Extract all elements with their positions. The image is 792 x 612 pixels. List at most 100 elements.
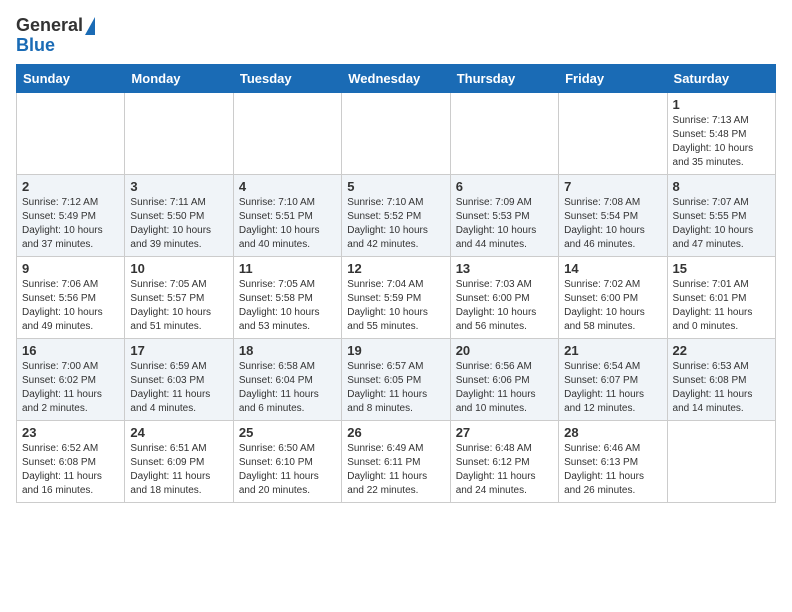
day-info: Sunrise: 7:10 AM Sunset: 5:51 PM Dayligh… [239,196,336,252]
day-number: 14 [564,261,661,276]
calendar-col-header: Wednesday [342,64,450,92]
calendar-day-cell: 12 Sunrise: 7:04 AM Sunset: 5:59 PM Dayli… [342,256,450,338]
day-info: Sunrise: 7:09 AM Sunset: 5:53 PM Dayligh… [456,196,553,252]
day-number: 13 [456,261,553,276]
day-info: Sunrise: 6:53 AM Sunset: 6:08 PM Dayligh… [673,360,770,416]
calendar-day-cell: 25 Sunrise: 6:50 AM Sunset: 6:10 PM Dayli… [233,420,341,502]
day-info: Sunrise: 6:50 AM Sunset: 6:10 PM Dayligh… [239,442,336,498]
calendar-day-cell: 6 Sunrise: 7:09 AM Sunset: 5:53 PM Daylig… [450,174,558,256]
calendar-day-cell: 18 Sunrise: 6:58 AM Sunset: 6:04 PM Dayli… [233,338,341,420]
logo-triangle-icon [85,17,95,35]
calendar-day-cell: 26 Sunrise: 6:49 AM Sunset: 6:11 PM Dayli… [342,420,450,502]
day-number: 9 [22,261,119,276]
calendar-day-cell: 17 Sunrise: 6:59 AM Sunset: 6:03 PM Dayli… [125,338,233,420]
day-info: Sunrise: 6:49 AM Sunset: 6:11 PM Dayligh… [347,442,444,498]
calendar-header-row: SundayMondayTuesdayWednesdayThursdayFrid… [17,64,776,92]
calendar-day-cell: 4 Sunrise: 7:10 AM Sunset: 5:51 PM Daylig… [233,174,341,256]
day-info: Sunrise: 6:51 AM Sunset: 6:09 PM Dayligh… [130,442,227,498]
day-number: 17 [130,343,227,358]
day-info: Sunrise: 6:56 AM Sunset: 6:06 PM Dayligh… [456,360,553,416]
calendar-week-row: 2 Sunrise: 7:12 AM Sunset: 5:49 PM Daylig… [17,174,776,256]
calendar-week-row: 1 Sunrise: 7:13 AM Sunset: 5:48 PM Daylig… [17,92,776,174]
calendar-empty-cell [450,92,558,174]
day-info: Sunrise: 7:05 AM Sunset: 5:58 PM Dayligh… [239,278,336,334]
day-info: Sunrise: 7:04 AM Sunset: 5:59 PM Dayligh… [347,278,444,334]
calendar-day-cell: 23 Sunrise: 6:52 AM Sunset: 6:08 PM Dayli… [17,420,125,502]
calendar-col-header: Sunday [17,64,125,92]
day-info: Sunrise: 7:01 AM Sunset: 6:01 PM Dayligh… [673,278,770,334]
day-number: 8 [673,179,770,194]
calendar-week-row: 9 Sunrise: 7:06 AM Sunset: 5:56 PM Daylig… [17,256,776,338]
day-info: Sunrise: 7:06 AM Sunset: 5:56 PM Dayligh… [22,278,119,334]
calendar-col-header: Monday [125,64,233,92]
calendar-empty-cell [342,92,450,174]
calendar-col-header: Thursday [450,64,558,92]
calendar-week-row: 23 Sunrise: 6:52 AM Sunset: 6:08 PM Dayli… [17,420,776,502]
day-number: 12 [347,261,444,276]
calendar-empty-cell [125,92,233,174]
day-info: Sunrise: 7:11 AM Sunset: 5:50 PM Dayligh… [130,196,227,252]
calendar-day-cell: 5 Sunrise: 7:10 AM Sunset: 5:52 PM Daylig… [342,174,450,256]
calendar-day-cell: 20 Sunrise: 6:56 AM Sunset: 6:06 PM Dayli… [450,338,558,420]
calendar-col-header: Saturday [667,64,775,92]
day-number: 6 [456,179,553,194]
calendar-table: SundayMondayTuesdayWednesdayThursdayFrid… [16,64,776,503]
day-number: 20 [456,343,553,358]
day-info: Sunrise: 6:52 AM Sunset: 6:08 PM Dayligh… [22,442,119,498]
calendar-empty-cell [667,420,775,502]
page-header: General Blue [16,16,776,56]
calendar-day-cell: 13Sunrise: 7:03 AM Sunset: 6:00 PM Dayli… [450,256,558,338]
day-number: 21 [564,343,661,358]
day-info: Sunrise: 7:10 AM Sunset: 5:52 PM Dayligh… [347,196,444,252]
calendar-day-cell: 10Sunrise: 7:05 AM Sunset: 5:57 PM Dayli… [125,256,233,338]
day-info: Sunrise: 7:13 AM Sunset: 5:48 PM Dayligh… [673,114,770,170]
calendar-day-cell: 14Sunrise: 7:02 AM Sunset: 6:00 PM Dayli… [559,256,667,338]
day-info: Sunrise: 7:05 AM Sunset: 5:57 PM Dayligh… [130,278,227,334]
day-info: Sunrise: 6:54 AM Sunset: 6:07 PM Dayligh… [564,360,661,416]
logo-text-general: General [16,16,83,36]
calendar-day-cell: 8Sunrise: 7:07 AM Sunset: 5:55 PM Daylig… [667,174,775,256]
day-info: Sunrise: 6:58 AM Sunset: 6:04 PM Dayligh… [239,360,336,416]
logo: General Blue [16,16,95,56]
calendar-day-cell: 28 Sunrise: 6:46 AM Sunset: 6:13 PM Dayli… [559,420,667,502]
day-number: 25 [239,425,336,440]
day-number: 1 [673,97,770,112]
calendar-day-cell: 21 Sunrise: 6:54 AM Sunset: 6:07 PM Dayli… [559,338,667,420]
calendar-day-cell: 19 Sunrise: 6:57 AM Sunset: 6:05 PM Dayli… [342,338,450,420]
calendar-day-cell: 7 Sunrise: 7:08 AM Sunset: 5:54 PM Daylig… [559,174,667,256]
day-number: 16 [22,343,119,358]
calendar-day-cell: 16 Sunrise: 7:00 AM Sunset: 6:02 PM Dayli… [17,338,125,420]
day-number: 11 [239,261,336,276]
day-number: 28 [564,425,661,440]
calendar-empty-cell [17,92,125,174]
day-info: Sunrise: 6:46 AM Sunset: 6:13 PM Dayligh… [564,442,661,498]
day-number: 26 [347,425,444,440]
day-number: 22 [673,343,770,358]
calendar-day-cell: 24 Sunrise: 6:51 AM Sunset: 6:09 PM Dayli… [125,420,233,502]
calendar-empty-cell [559,92,667,174]
day-number: 15 [673,261,770,276]
day-info: Sunrise: 6:57 AM Sunset: 6:05 PM Dayligh… [347,360,444,416]
day-info: Sunrise: 7:12 AM Sunset: 5:49 PM Dayligh… [22,196,119,252]
calendar-day-cell: 2 Sunrise: 7:12 AM Sunset: 5:49 PM Daylig… [17,174,125,256]
day-info: Sunrise: 6:59 AM Sunset: 6:03 PM Dayligh… [130,360,227,416]
calendar-col-header: Friday [559,64,667,92]
calendar-day-cell: 3 Sunrise: 7:11 AM Sunset: 5:50 PM Daylig… [125,174,233,256]
calendar-empty-cell [233,92,341,174]
calendar-day-cell: 9 Sunrise: 7:06 AM Sunset: 5:56 PM Daylig… [17,256,125,338]
day-number: 19 [347,343,444,358]
day-number: 24 [130,425,227,440]
day-number: 18 [239,343,336,358]
day-number: 7 [564,179,661,194]
day-number: 2 [22,179,119,194]
calendar-col-header: Tuesday [233,64,341,92]
day-number: 3 [130,179,227,194]
calendar-day-cell: 22 Sunrise: 6:53 AM Sunset: 6:08 PM Dayli… [667,338,775,420]
calendar-day-cell: 15 Sunrise: 7:01 AM Sunset: 6:01 PM Dayli… [667,256,775,338]
day-number: 4 [239,179,336,194]
day-info: Sunrise: 7:08 AM Sunset: 5:54 PM Dayligh… [564,196,661,252]
day-number: 23 [22,425,119,440]
day-number: 5 [347,179,444,194]
day-info: Sunrise: 7:00 AM Sunset: 6:02 PM Dayligh… [22,360,119,416]
logo-text-blue: Blue [16,36,55,56]
